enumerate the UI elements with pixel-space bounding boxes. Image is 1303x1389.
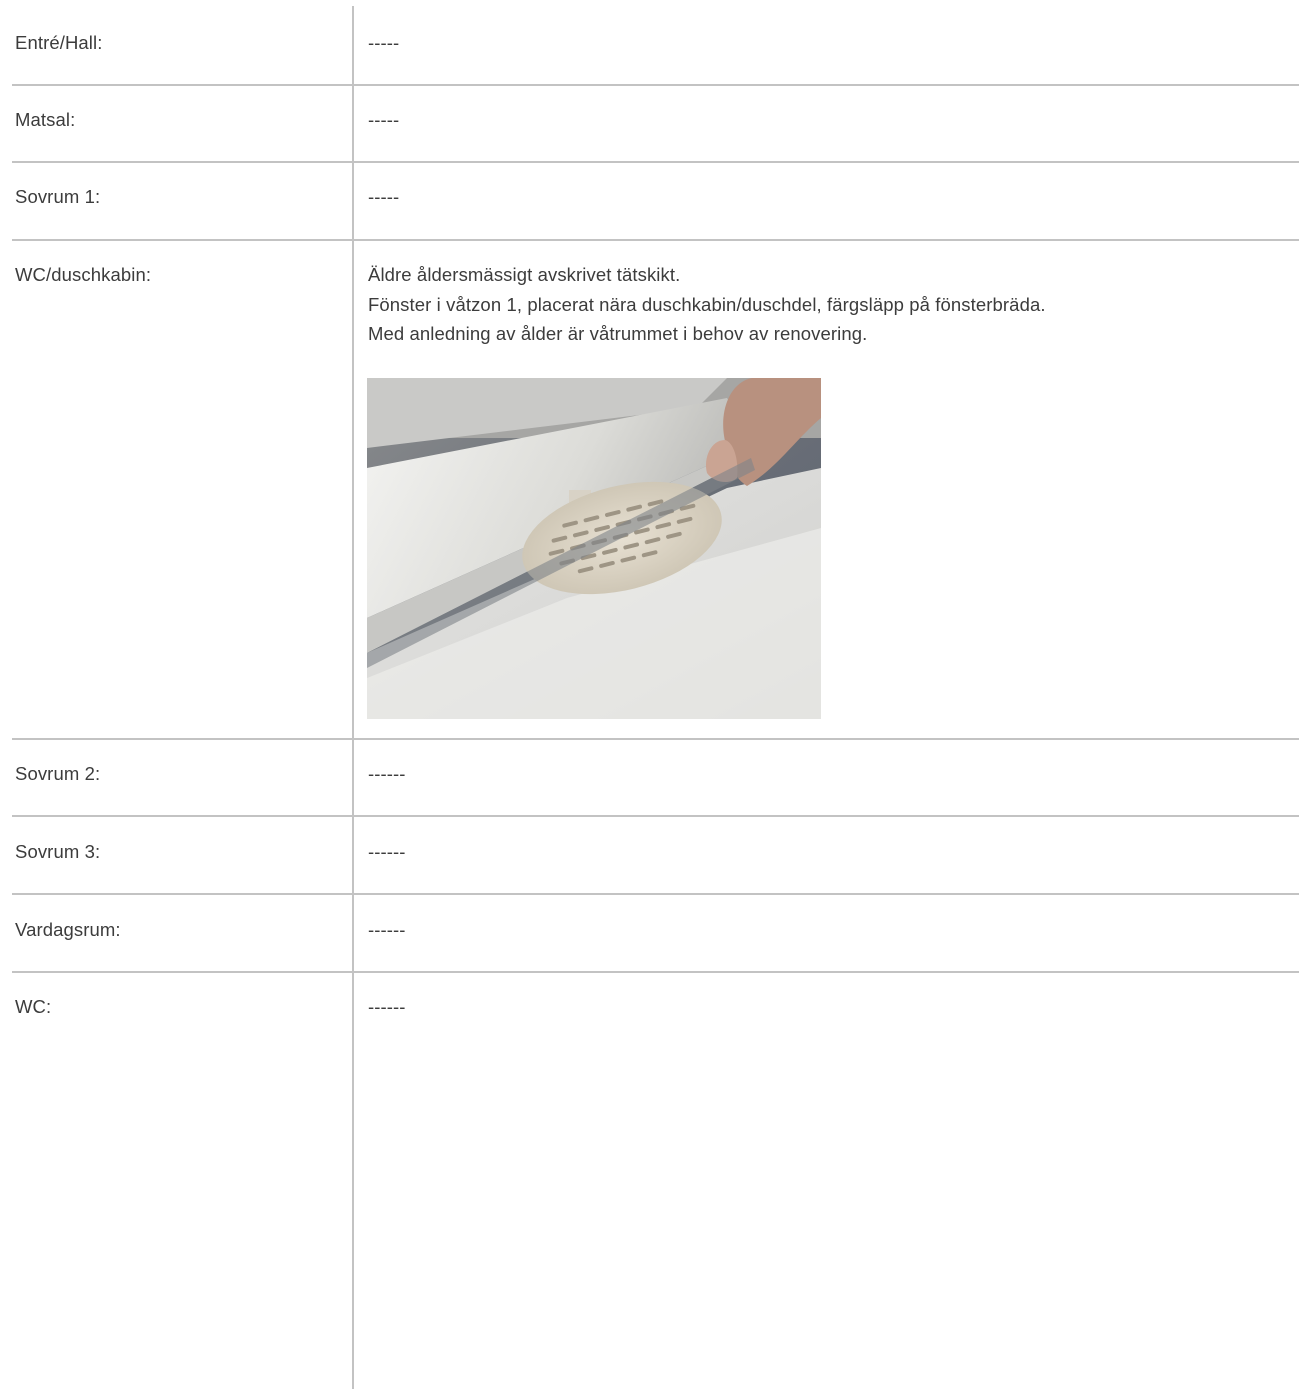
- description-line: Fönster i våtzon 1, placerat nära duschk…: [368, 293, 1046, 315]
- room-label-wc-duschkabin: WC/duschkabin:: [15, 264, 152, 285]
- room-description-wc-duschkabin: Äldre åldersmässigt avskrivet tätskikt. …: [368, 260, 1046, 349]
- row-divider: [12, 239, 1299, 241]
- row-divider: [12, 161, 1299, 163]
- column-divider: [352, 6, 354, 1389]
- room-value-matsal: -----: [368, 109, 400, 130]
- row-divider: [12, 893, 1299, 895]
- room-value-sovrum-3: ------: [368, 841, 406, 862]
- room-label-sovrum-3: Sovrum 3:: [15, 841, 101, 862]
- row-divider: [12, 971, 1299, 973]
- room-label-entre: Entré/Hall:: [15, 32, 103, 53]
- room-label-vardagsrum: Vardagsrum:: [15, 919, 121, 940]
- room-label-sovrum-2: Sovrum 2:: [15, 763, 101, 784]
- shower-drain-photo: [367, 378, 821, 719]
- room-value-wc: ------: [368, 996, 406, 1017]
- room-label-wc: WC:: [15, 996, 52, 1017]
- row-divider: [12, 738, 1299, 740]
- row-divider: [12, 84, 1299, 86]
- room-value-sovrum-1: -----: [368, 186, 400, 207]
- room-value-vardagsrum: ------: [368, 919, 406, 940]
- room-value-entre: -----: [368, 32, 400, 53]
- row-divider: [12, 815, 1299, 817]
- description-line: Äldre åldersmässigt avskrivet tätskikt.: [368, 264, 681, 285]
- room-label-sovrum-1: Sovrum 1:: [15, 186, 101, 207]
- room-value-sovrum-2: ------: [368, 763, 406, 784]
- description-line: Med anledning av ålder är våtrummet i be…: [368, 323, 868, 344]
- room-label-matsal: Matsal:: [15, 109, 76, 130]
